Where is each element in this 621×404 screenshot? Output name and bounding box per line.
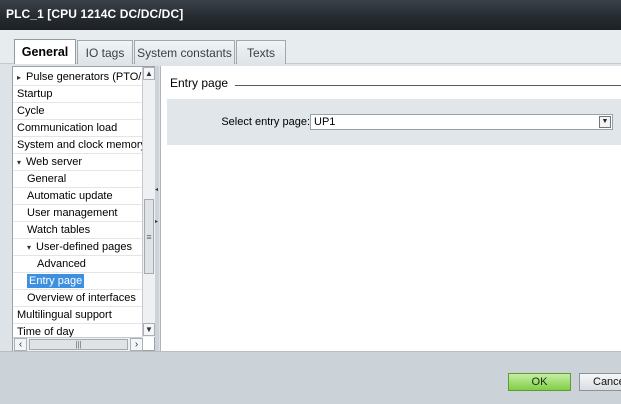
- nav-item[interactable]: ▸Pulse generators (PTO/PWM): [17, 69, 142, 86]
- nav-item[interactable]: General: [27, 171, 66, 188]
- nav-item[interactable]: Watch tables: [27, 222, 90, 239]
- scroll-down-icon[interactable]: ▼: [143, 323, 155, 336]
- nav-item[interactable]: Entry page: [27, 273, 85, 290]
- nav-item[interactable]: Time of day: [17, 324, 74, 337]
- vertical-scroll-thumb[interactable]: ≡: [144, 199, 154, 274]
- nav-item-label: Advanced: [37, 258, 86, 270]
- nav-item-label: Watch tables: [27, 224, 91, 236]
- nav-item[interactable]: ▾ User-defined pages: [27, 239, 132, 256]
- scroll-left-icon[interactable]: ‹: [14, 338, 27, 351]
- nav-item-label: Overview of interfaces: [27, 292, 136, 304]
- horizontal-scrollbar[interactable]: ‹ ||| ›: [13, 337, 143, 351]
- nav-item[interactable]: Multilingual support: [17, 307, 112, 324]
- nav-item-label: Web server: [26, 156, 83, 168]
- nav-item[interactable]: Communication load: [17, 120, 117, 137]
- cancel-button[interactable]: Cancel: [579, 373, 621, 391]
- nav-item-label: General: [27, 173, 67, 185]
- nav-item-label: User management: [27, 207, 118, 219]
- scroll-up-icon[interactable]: ▲: [143, 67, 155, 80]
- entry-page-group: Select entry page: UP1 ▼: [167, 99, 621, 145]
- tab-texts[interactable]: Texts: [236, 40, 286, 65]
- horizontal-scroll-thumb[interactable]: |||: [29, 339, 128, 350]
- nav-item[interactable]: System and clock memory: [17, 137, 142, 154]
- nav-item[interactable]: User management: [27, 205, 118, 222]
- nav-item[interactable]: Advanced: [37, 256, 86, 273]
- navigation-list: ▸Pulse generators (PTO/PWM) Startup Cycle C…: [13, 67, 142, 337]
- navigation-tree: ▸Pulse generators (PTO/PWM) Startup Cycle C…: [12, 66, 155, 351]
- collapse-left-icon[interactable]: ◂: [155, 186, 159, 193]
- expand-right-icon[interactable]: ▸: [155, 218, 159, 225]
- dialog-footer: OK Cancel: [0, 351, 621, 404]
- nav-item-label: Entry page: [27, 274, 85, 288]
- entry-page-label: Select entry page:: [221, 116, 310, 128]
- section-divider: [235, 85, 621, 86]
- tab-io-tags[interactable]: IO tags: [77, 40, 133, 65]
- nav-item-label: System and clock memory: [17, 139, 142, 151]
- section-title: Entry page: [170, 76, 229, 90]
- nav-item-label: Communication load: [17, 122, 118, 134]
- nav-item-label: Automatic update: [27, 190, 113, 202]
- nav-item[interactable]: Overview of interfaces: [27, 290, 136, 307]
- nav-item[interactable]: Automatic update: [27, 188, 113, 205]
- nav-item[interactable]: Cycle: [17, 103, 45, 120]
- nav-item-label: Multilingual support: [17, 309, 112, 321]
- properties-main-panel: Entry page Select entry page: UP1 ▼: [160, 66, 621, 351]
- dialog-content: ▸Pulse generators (PTO/PWM)StartupCycleC…: [0, 64, 621, 351]
- tab-strip: General IO tags System constants Texts: [0, 30, 621, 65]
- nav-item-label: Cycle: [17, 105, 45, 117]
- panel-splitter[interactable]: ◂ ▸: [155, 66, 159, 351]
- tab-system-constants[interactable]: System constants: [134, 40, 235, 65]
- nav-item-label: Pulse generators (PTO/PWM): [26, 71, 142, 83]
- expanded-arrow-icon[interactable]: ▾: [17, 154, 26, 171]
- entry-page-select[interactable]: UP1 ▼: [310, 114, 613, 130]
- vertical-scrollbar[interactable]: ▲ ≡ ▼: [142, 67, 155, 337]
- nav-item-label: User-defined pages: [36, 241, 133, 253]
- collapsed-arrow-icon[interactable]: ▸: [17, 69, 26, 86]
- ok-button[interactable]: OK: [508, 373, 571, 391]
- scroll-right-icon[interactable]: ›: [130, 338, 143, 351]
- nav-item[interactable]: Startup: [17, 86, 52, 103]
- properties-dialog: PLC_1 [CPU 1214C DC/DC/DC] General IO ta…: [0, 0, 621, 404]
- nav-item[interactable]: ▾ Web server: [17, 154, 82, 171]
- nav-item-label: Time of day: [17, 326, 75, 337]
- entry-page-select-value: UP1: [314, 116, 336, 128]
- nav-item-label: Startup: [17, 88, 53, 100]
- expanded-arrow-icon[interactable]: ▾: [27, 239, 36, 256]
- window-title: PLC_1 [CPU 1214C DC/DC/DC]: [0, 0, 621, 30]
- tab-general[interactable]: General: [14, 39, 76, 65]
- dropdown-arrow-icon[interactable]: ▼: [599, 116, 611, 128]
